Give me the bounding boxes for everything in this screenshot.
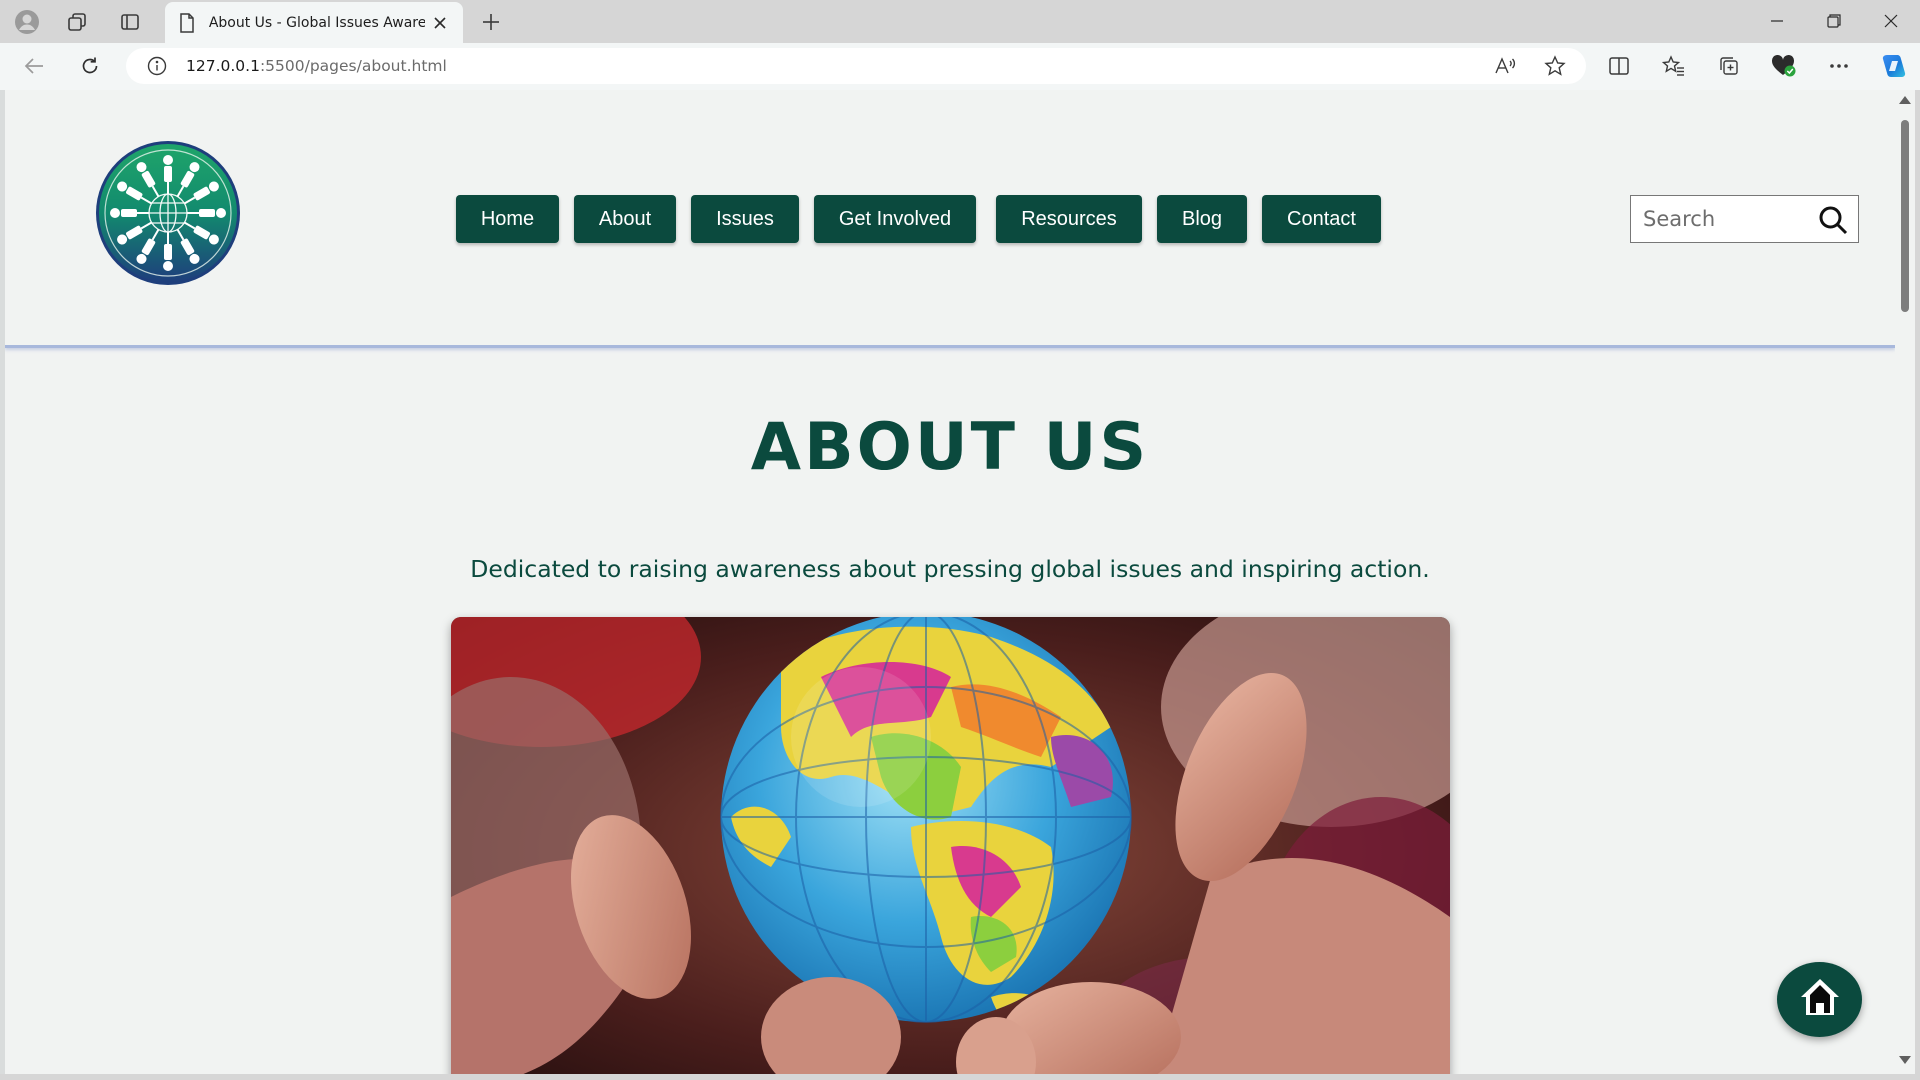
main-nav: Home About Issues Get Involved Resources… (456, 195, 1396, 243)
nav-contact[interactable]: Contact (1262, 195, 1381, 243)
nav-blog[interactable]: Blog (1157, 195, 1247, 243)
read-aloud-icon[interactable] (1490, 51, 1520, 81)
collections-icon[interactable] (1712, 51, 1746, 81)
back-icon[interactable] (16, 51, 52, 81)
window-edge (1915, 90, 1920, 1080)
new-tab-icon[interactable] (474, 8, 508, 36)
split-screen-icon[interactable] (1602, 51, 1636, 81)
minimize-icon[interactable] (1752, 6, 1802, 36)
restore-icon[interactable] (1809, 6, 1859, 36)
page-icon (177, 12, 197, 33)
tab-title: About Us - Global Issues Awaren (208, 14, 426, 31)
close-window-icon[interactable] (1866, 6, 1916, 36)
url-path: :5500/pages/about.html (259, 57, 447, 75)
profile-icon[interactable] (8, 8, 46, 36)
nav-issues[interactable]: Issues (691, 195, 799, 243)
scroll-down-arrow-icon[interactable] (1899, 1056, 1911, 1064)
tab-actions-icon[interactable] (111, 8, 149, 36)
browser-essentials-icon[interactable] (1767, 51, 1801, 81)
nav-resources[interactable]: Resources (996, 195, 1142, 243)
search-box (1630, 195, 1859, 243)
url-text[interactable]: 127.0.0.1:5500/pages/about.html (186, 57, 447, 75)
nav-get-involved[interactable]: Get Involved (814, 195, 976, 243)
more-options-icon[interactable] (1822, 51, 1856, 81)
page-viewport: Home About Issues Get Involved Resources… (5, 90, 1895, 1074)
favorites-icon[interactable] (1657, 51, 1691, 81)
nav-about[interactable]: About (574, 195, 676, 243)
browser-toolbar: 127.0.0.1:5500/pages/about.html (0, 43, 1920, 90)
site-header: Home About Issues Get Involved Resources… (5, 90, 1895, 348)
browser-tab-bar: About Us - Global Issues Awaren (0, 0, 1920, 43)
workspaces-icon[interactable] (58, 8, 96, 36)
copilot-icon[interactable] (1877, 51, 1911, 81)
close-tab-icon[interactable] (429, 12, 451, 34)
nav-home[interactable]: Home (456, 195, 559, 243)
page-scrollbar[interactable] (1895, 90, 1915, 1074)
page-tagline: Dedicated to raising awareness about pre… (470, 555, 1430, 583)
home-floating-button[interactable] (1777, 962, 1862, 1037)
site-info-icon[interactable] (146, 55, 168, 77)
reload-icon[interactable] (72, 51, 108, 81)
active-tab[interactable]: About Us - Global Issues Awaren (165, 2, 463, 43)
site-logo[interactable] (95, 140, 241, 286)
home-icon (1798, 976, 1842, 1023)
page-title: ABOUT US (750, 410, 1150, 485)
window-bottom-edge (0, 1074, 1920, 1080)
url-host: 127.0.0.1 (186, 57, 260, 75)
address-bar[interactable]: 127.0.0.1:5500/pages/about.html (126, 48, 1586, 84)
search-input[interactable] (1643, 207, 1813, 231)
scroll-up-arrow-icon[interactable] (1899, 96, 1911, 104)
favorite-star-icon[interactable] (1540, 51, 1570, 81)
search-icon[interactable] (1816, 204, 1850, 236)
scroll-thumb[interactable] (1901, 120, 1909, 312)
hero-globe-image (451, 617, 1450, 1074)
